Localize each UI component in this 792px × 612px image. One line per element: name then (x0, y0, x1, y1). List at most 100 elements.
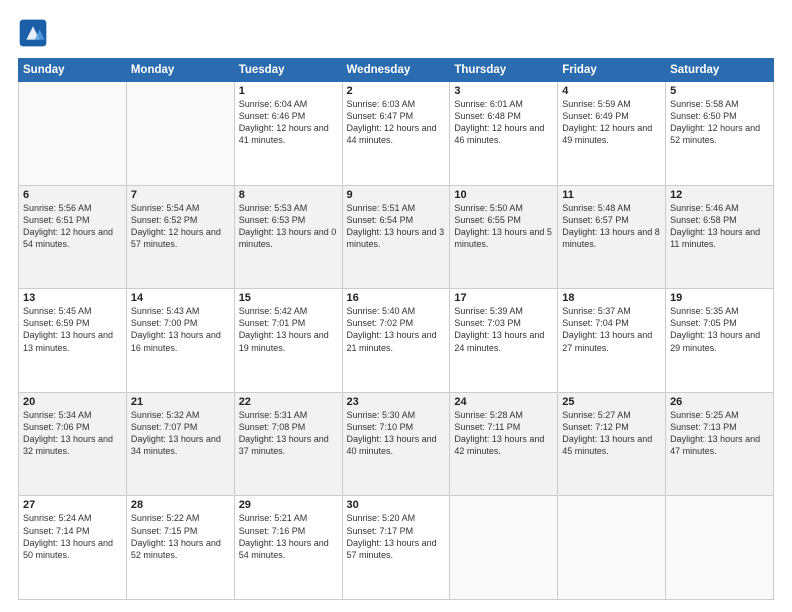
calendar-table: SundayMondayTuesdayWednesdayThursdayFrid… (18, 58, 774, 600)
week-row-1: 1Sunrise: 6:04 AM Sunset: 6:46 PM Daylig… (19, 82, 774, 186)
calendar-cell: 30Sunrise: 5:20 AM Sunset: 7:17 PM Dayli… (342, 496, 450, 600)
day-info: Sunrise: 5:42 AM Sunset: 7:01 PM Dayligh… (239, 305, 338, 354)
day-number: 3 (454, 85, 553, 97)
day-info: Sunrise: 5:40 AM Sunset: 7:02 PM Dayligh… (347, 305, 446, 354)
calendar-cell: 9Sunrise: 5:51 AM Sunset: 6:54 PM Daylig… (342, 185, 450, 289)
weekday-header-wednesday: Wednesday (342, 59, 450, 82)
day-number: 4 (562, 85, 661, 97)
day-info: Sunrise: 5:51 AM Sunset: 6:54 PM Dayligh… (347, 202, 446, 251)
day-number: 27 (23, 499, 122, 511)
day-number: 26 (670, 396, 769, 408)
calendar-cell: 4Sunrise: 5:59 AM Sunset: 6:49 PM Daylig… (558, 82, 666, 186)
day-info: Sunrise: 5:20 AM Sunset: 7:17 PM Dayligh… (347, 512, 446, 561)
weekday-header-tuesday: Tuesday (234, 59, 342, 82)
day-info: Sunrise: 5:43 AM Sunset: 7:00 PM Dayligh… (131, 305, 230, 354)
day-info: Sunrise: 6:03 AM Sunset: 6:47 PM Dayligh… (347, 98, 446, 147)
day-info: Sunrise: 5:21 AM Sunset: 7:16 PM Dayligh… (239, 512, 338, 561)
day-number: 19 (670, 292, 769, 304)
calendar-cell: 27Sunrise: 5:24 AM Sunset: 7:14 PM Dayli… (19, 496, 127, 600)
day-number: 7 (131, 189, 230, 201)
calendar-cell: 25Sunrise: 5:27 AM Sunset: 7:12 PM Dayli… (558, 392, 666, 496)
day-number: 13 (23, 292, 122, 304)
calendar-cell (666, 496, 774, 600)
calendar-cell: 17Sunrise: 5:39 AM Sunset: 7:03 PM Dayli… (450, 289, 558, 393)
week-row-5: 27Sunrise: 5:24 AM Sunset: 7:14 PM Dayli… (19, 496, 774, 600)
calendar-cell (126, 82, 234, 186)
calendar-cell: 12Sunrise: 5:46 AM Sunset: 6:58 PM Dayli… (666, 185, 774, 289)
day-number: 10 (454, 189, 553, 201)
calendar-cell: 3Sunrise: 6:01 AM Sunset: 6:48 PM Daylig… (450, 82, 558, 186)
day-info: Sunrise: 5:45 AM Sunset: 6:59 PM Dayligh… (23, 305, 122, 354)
weekday-header-sunday: Sunday (19, 59, 127, 82)
calendar-cell: 26Sunrise: 5:25 AM Sunset: 7:13 PM Dayli… (666, 392, 774, 496)
day-info: Sunrise: 5:39 AM Sunset: 7:03 PM Dayligh… (454, 305, 553, 354)
week-row-3: 13Sunrise: 5:45 AM Sunset: 6:59 PM Dayli… (19, 289, 774, 393)
calendar-cell: 15Sunrise: 5:42 AM Sunset: 7:01 PM Dayli… (234, 289, 342, 393)
day-number: 9 (347, 189, 446, 201)
day-number: 30 (347, 499, 446, 511)
day-number: 28 (131, 499, 230, 511)
day-number: 18 (562, 292, 661, 304)
day-info: Sunrise: 5:31 AM Sunset: 7:08 PM Dayligh… (239, 409, 338, 458)
calendar-cell (450, 496, 558, 600)
page: SundayMondayTuesdayWednesdayThursdayFrid… (0, 0, 792, 612)
logo (18, 18, 52, 48)
logo-icon (18, 18, 48, 48)
calendar-cell: 29Sunrise: 5:21 AM Sunset: 7:16 PM Dayli… (234, 496, 342, 600)
day-info: Sunrise: 5:54 AM Sunset: 6:52 PM Dayligh… (131, 202, 230, 251)
calendar-cell: 5Sunrise: 5:58 AM Sunset: 6:50 PM Daylig… (666, 82, 774, 186)
day-number: 6 (23, 189, 122, 201)
weekday-header-monday: Monday (126, 59, 234, 82)
day-number: 11 (562, 189, 661, 201)
calendar-cell: 21Sunrise: 5:32 AM Sunset: 7:07 PM Dayli… (126, 392, 234, 496)
day-info: Sunrise: 5:50 AM Sunset: 6:55 PM Dayligh… (454, 202, 553, 251)
day-info: Sunrise: 5:37 AM Sunset: 7:04 PM Dayligh… (562, 305, 661, 354)
day-number: 17 (454, 292, 553, 304)
day-number: 12 (670, 189, 769, 201)
weekday-header-thursday: Thursday (450, 59, 558, 82)
day-info: Sunrise: 5:28 AM Sunset: 7:11 PM Dayligh… (454, 409, 553, 458)
weekday-header-friday: Friday (558, 59, 666, 82)
day-info: Sunrise: 5:27 AM Sunset: 7:12 PM Dayligh… (562, 409, 661, 458)
day-info: Sunrise: 5:30 AM Sunset: 7:10 PM Dayligh… (347, 409, 446, 458)
day-info: Sunrise: 5:58 AM Sunset: 6:50 PM Dayligh… (670, 98, 769, 147)
day-number: 20 (23, 396, 122, 408)
calendar-cell: 1Sunrise: 6:04 AM Sunset: 6:46 PM Daylig… (234, 82, 342, 186)
day-info: Sunrise: 5:35 AM Sunset: 7:05 PM Dayligh… (670, 305, 769, 354)
calendar-cell: 7Sunrise: 5:54 AM Sunset: 6:52 PM Daylig… (126, 185, 234, 289)
calendar-cell: 6Sunrise: 5:56 AM Sunset: 6:51 PM Daylig… (19, 185, 127, 289)
calendar-cell (558, 496, 666, 600)
calendar-cell: 16Sunrise: 5:40 AM Sunset: 7:02 PM Dayli… (342, 289, 450, 393)
day-number: 25 (562, 396, 661, 408)
calendar-cell: 23Sunrise: 5:30 AM Sunset: 7:10 PM Dayli… (342, 392, 450, 496)
week-row-2: 6Sunrise: 5:56 AM Sunset: 6:51 PM Daylig… (19, 185, 774, 289)
day-info: Sunrise: 6:04 AM Sunset: 6:46 PM Dayligh… (239, 98, 338, 147)
day-number: 23 (347, 396, 446, 408)
weekday-header-row: SundayMondayTuesdayWednesdayThursdayFrid… (19, 59, 774, 82)
day-number: 8 (239, 189, 338, 201)
calendar-cell: 19Sunrise: 5:35 AM Sunset: 7:05 PM Dayli… (666, 289, 774, 393)
calendar-cell: 14Sunrise: 5:43 AM Sunset: 7:00 PM Dayli… (126, 289, 234, 393)
day-info: Sunrise: 5:32 AM Sunset: 7:07 PM Dayligh… (131, 409, 230, 458)
day-number: 29 (239, 499, 338, 511)
day-info: Sunrise: 5:53 AM Sunset: 6:53 PM Dayligh… (239, 202, 338, 251)
header (18, 18, 774, 48)
day-number: 5 (670, 85, 769, 97)
calendar-cell: 2Sunrise: 6:03 AM Sunset: 6:47 PM Daylig… (342, 82, 450, 186)
day-info: Sunrise: 5:59 AM Sunset: 6:49 PM Dayligh… (562, 98, 661, 147)
day-info: Sunrise: 5:46 AM Sunset: 6:58 PM Dayligh… (670, 202, 769, 251)
calendar-cell: 11Sunrise: 5:48 AM Sunset: 6:57 PM Dayli… (558, 185, 666, 289)
calendar-cell: 22Sunrise: 5:31 AM Sunset: 7:08 PM Dayli… (234, 392, 342, 496)
calendar-cell: 20Sunrise: 5:34 AM Sunset: 7:06 PM Dayli… (19, 392, 127, 496)
day-number: 14 (131, 292, 230, 304)
calendar-cell: 13Sunrise: 5:45 AM Sunset: 6:59 PM Dayli… (19, 289, 127, 393)
calendar-cell (19, 82, 127, 186)
day-number: 1 (239, 85, 338, 97)
calendar-cell: 10Sunrise: 5:50 AM Sunset: 6:55 PM Dayli… (450, 185, 558, 289)
weekday-header-saturday: Saturday (666, 59, 774, 82)
day-info: Sunrise: 5:48 AM Sunset: 6:57 PM Dayligh… (562, 202, 661, 251)
day-info: Sunrise: 6:01 AM Sunset: 6:48 PM Dayligh… (454, 98, 553, 147)
calendar-cell: 24Sunrise: 5:28 AM Sunset: 7:11 PM Dayli… (450, 392, 558, 496)
day-number: 16 (347, 292, 446, 304)
day-number: 24 (454, 396, 553, 408)
